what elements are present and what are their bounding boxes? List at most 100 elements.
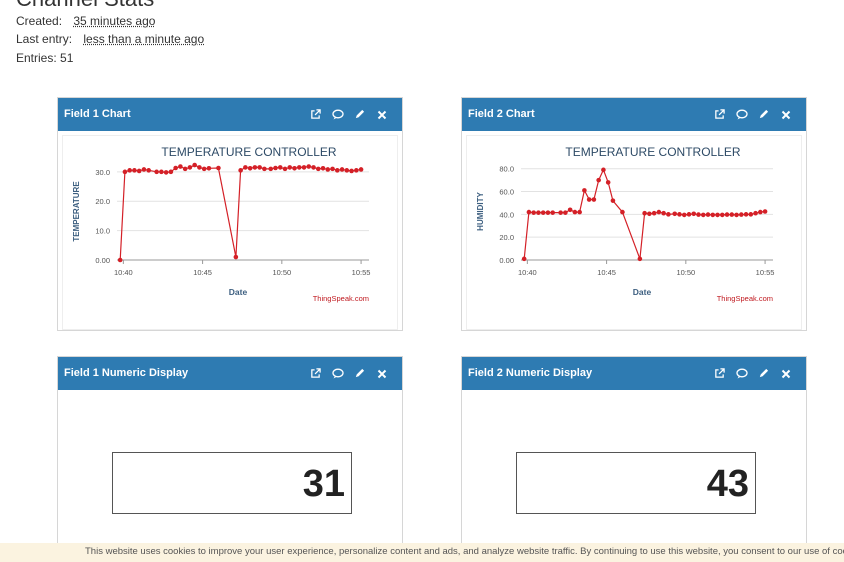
data-point <box>681 212 687 218</box>
y-tick-label: 20.0 <box>499 233 514 242</box>
created-row: Created: 35 minutes ago <box>16 14 155 28</box>
data-point <box>724 212 730 217</box>
data-point <box>301 165 307 170</box>
data-point <box>656 209 662 215</box>
panel-body: TEMPERATURE CONTROLLER 0.00 10.0 20.0 30.0 10… <box>62 135 398 330</box>
data-point <box>247 165 253 171</box>
humidity-chart: TEMPERATURE CONTROLLER 0.00 20.0 40.0 60.0 80… <box>476 145 775 303</box>
data-point <box>335 168 340 173</box>
data-point <box>762 209 768 214</box>
comment-icon[interactable] <box>331 367 344 380</box>
data-point <box>700 212 706 218</box>
data-point <box>758 209 763 215</box>
close-icon[interactable] <box>779 108 792 121</box>
series-line <box>119 164 362 261</box>
panel-actions <box>309 357 388 390</box>
panel-body: 43 <box>466 394 802 555</box>
data-point <box>306 164 312 169</box>
data-point <box>521 256 527 262</box>
y-axis-title: TEMPERATURE <box>72 181 81 242</box>
external-link-icon[interactable] <box>713 367 726 380</box>
data-point <box>601 167 606 173</box>
data-point <box>743 212 749 217</box>
data-point <box>233 254 239 260</box>
data-point <box>358 167 364 172</box>
data-point <box>262 166 267 172</box>
x-tick-label: 10:55 <box>352 268 371 277</box>
x-tick-label: 10:45 <box>193 268 212 277</box>
external-link-icon[interactable] <box>309 108 322 121</box>
data-point <box>642 210 647 216</box>
data-point <box>339 167 345 172</box>
page-title: Channel Stats <box>16 0 154 12</box>
y-axis-title: HUMIDITY <box>476 192 485 231</box>
last-entry-row: Last entry: less than a minute ago <box>16 32 204 46</box>
panel-title: Field 1 Numeric Display <box>64 367 189 379</box>
data-point <box>117 257 123 263</box>
data-point <box>586 197 592 202</box>
data-point <box>620 209 625 215</box>
x-tick-label: 10:50 <box>676 268 695 277</box>
comment-icon[interactable] <box>331 108 344 121</box>
chart-title: TEMPERATURE CONTROLLER <box>161 145 336 159</box>
data-point <box>273 165 278 171</box>
data-point <box>596 177 601 183</box>
data-point <box>257 165 262 170</box>
data-point <box>710 212 716 218</box>
close-icon[interactable] <box>375 367 388 380</box>
data-point <box>536 210 541 215</box>
y-tick-label: 0.00 <box>95 256 110 265</box>
pencil-icon[interactable] <box>757 367 770 380</box>
data-point <box>146 168 151 173</box>
data-point <box>610 198 616 203</box>
chart-credit: ThingSpeak.com <box>717 294 773 303</box>
data-point <box>691 211 697 217</box>
comment-icon[interactable] <box>735 367 748 380</box>
field2-numeric-panel: Field 2 Numeric Display 43 <box>461 356 807 556</box>
external-link-icon[interactable] <box>309 367 322 380</box>
data-point <box>141 167 147 172</box>
data-point <box>531 210 536 215</box>
data-point <box>696 212 701 217</box>
data-point <box>354 168 359 173</box>
data-point <box>550 210 555 215</box>
x-tick-label: 10:55 <box>756 268 775 277</box>
data-point <box>349 168 354 174</box>
data-point <box>563 210 568 215</box>
data-point <box>577 209 582 215</box>
last-entry-label: Last entry: <box>16 32 73 46</box>
data-point <box>748 212 754 217</box>
data-point <box>173 165 178 171</box>
external-link-icon[interactable] <box>713 108 726 121</box>
data-point <box>168 169 174 175</box>
data-point <box>268 166 274 172</box>
data-point <box>739 212 744 217</box>
chart-title: TEMPERATURE CONTROLLER <box>565 145 740 159</box>
numeric-display: 31 <box>112 452 352 514</box>
data-point <box>132 168 137 173</box>
cookie-banner: This website uses cookies to improve you… <box>0 543 844 562</box>
data-point <box>567 207 573 213</box>
data-point <box>344 168 350 173</box>
panel-header: Field 1 Chart <box>58 98 402 131</box>
data-point <box>178 164 183 169</box>
data-point <box>661 210 666 216</box>
field1-numeric-panel: Field 1 Numeric Display 31 <box>57 356 403 556</box>
data-point <box>651 210 657 216</box>
data-point <box>238 168 243 173</box>
data-point <box>591 197 597 202</box>
comment-icon[interactable] <box>735 108 748 121</box>
panel-title: Field 2 Numeric Display <box>468 367 593 379</box>
field2-chart-panel: Field 2 Chart TEMPERATURE CONTROLLER 0.00… <box>461 97 807 331</box>
close-icon[interactable] <box>375 108 388 121</box>
data-point <box>282 166 288 172</box>
pencil-icon[interactable] <box>353 367 366 380</box>
data-point <box>715 212 720 218</box>
pencil-icon[interactable] <box>353 108 366 121</box>
numeric-display: 43 <box>516 452 756 514</box>
y-tick-label: 60.0 <box>499 188 514 197</box>
data-point <box>315 166 321 172</box>
data-point <box>705 212 711 217</box>
close-icon[interactable] <box>779 367 792 380</box>
pencil-icon[interactable] <box>757 108 770 121</box>
